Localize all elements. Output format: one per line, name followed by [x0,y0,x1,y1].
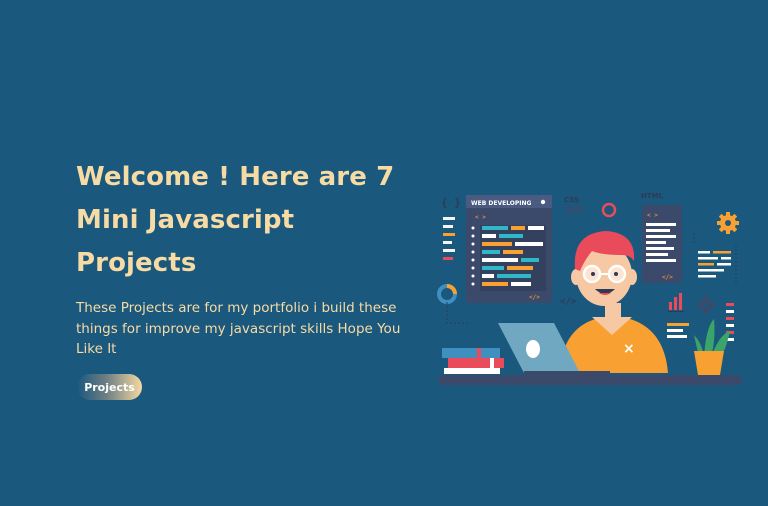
bar-chart-icon [668,293,684,312]
hero-title: Welcome ! Here are 7 Mini Javascript Pro… [76,162,395,278]
hero-description: These Projects are for my portfolio i bu… [76,300,401,357]
css-label: CSS [564,196,579,204]
html-panel: < > </> [642,205,682,283]
svg-text:< >: < > [647,212,658,219]
hero-section: Welcome ! Here are 7 Mini Javascript Pro… [76,156,421,360]
small-code-card [667,323,689,338]
shirt-x-mark: × [623,341,635,357]
braces-icon: { } [441,196,461,209]
slash-tag-icon: </> [560,297,577,307]
circle-icon [601,202,617,218]
web-developer-illustration: { } WEB DEVELOPING < > </> CSS HTML < > … [437,192,742,385]
left-code-bars [443,217,455,260]
plant-icon [694,319,730,375]
gear-icon [717,212,739,234]
books-stack [442,348,504,374]
window-label: WEB DEVELOPING [471,200,532,207]
small-gear-icon [697,296,715,314]
right-code-bars [698,251,731,278]
html-label: HTML [641,192,664,200]
svg-text:</>: </> [662,274,673,281]
desk [438,375,742,385]
code-tag-close: </> [529,294,540,301]
projects-button[interactable]: Projects [77,374,142,400]
code-tag-open: < > [475,214,486,221]
code-window: WEB DEVELOPING < > </> [466,195,552,303]
